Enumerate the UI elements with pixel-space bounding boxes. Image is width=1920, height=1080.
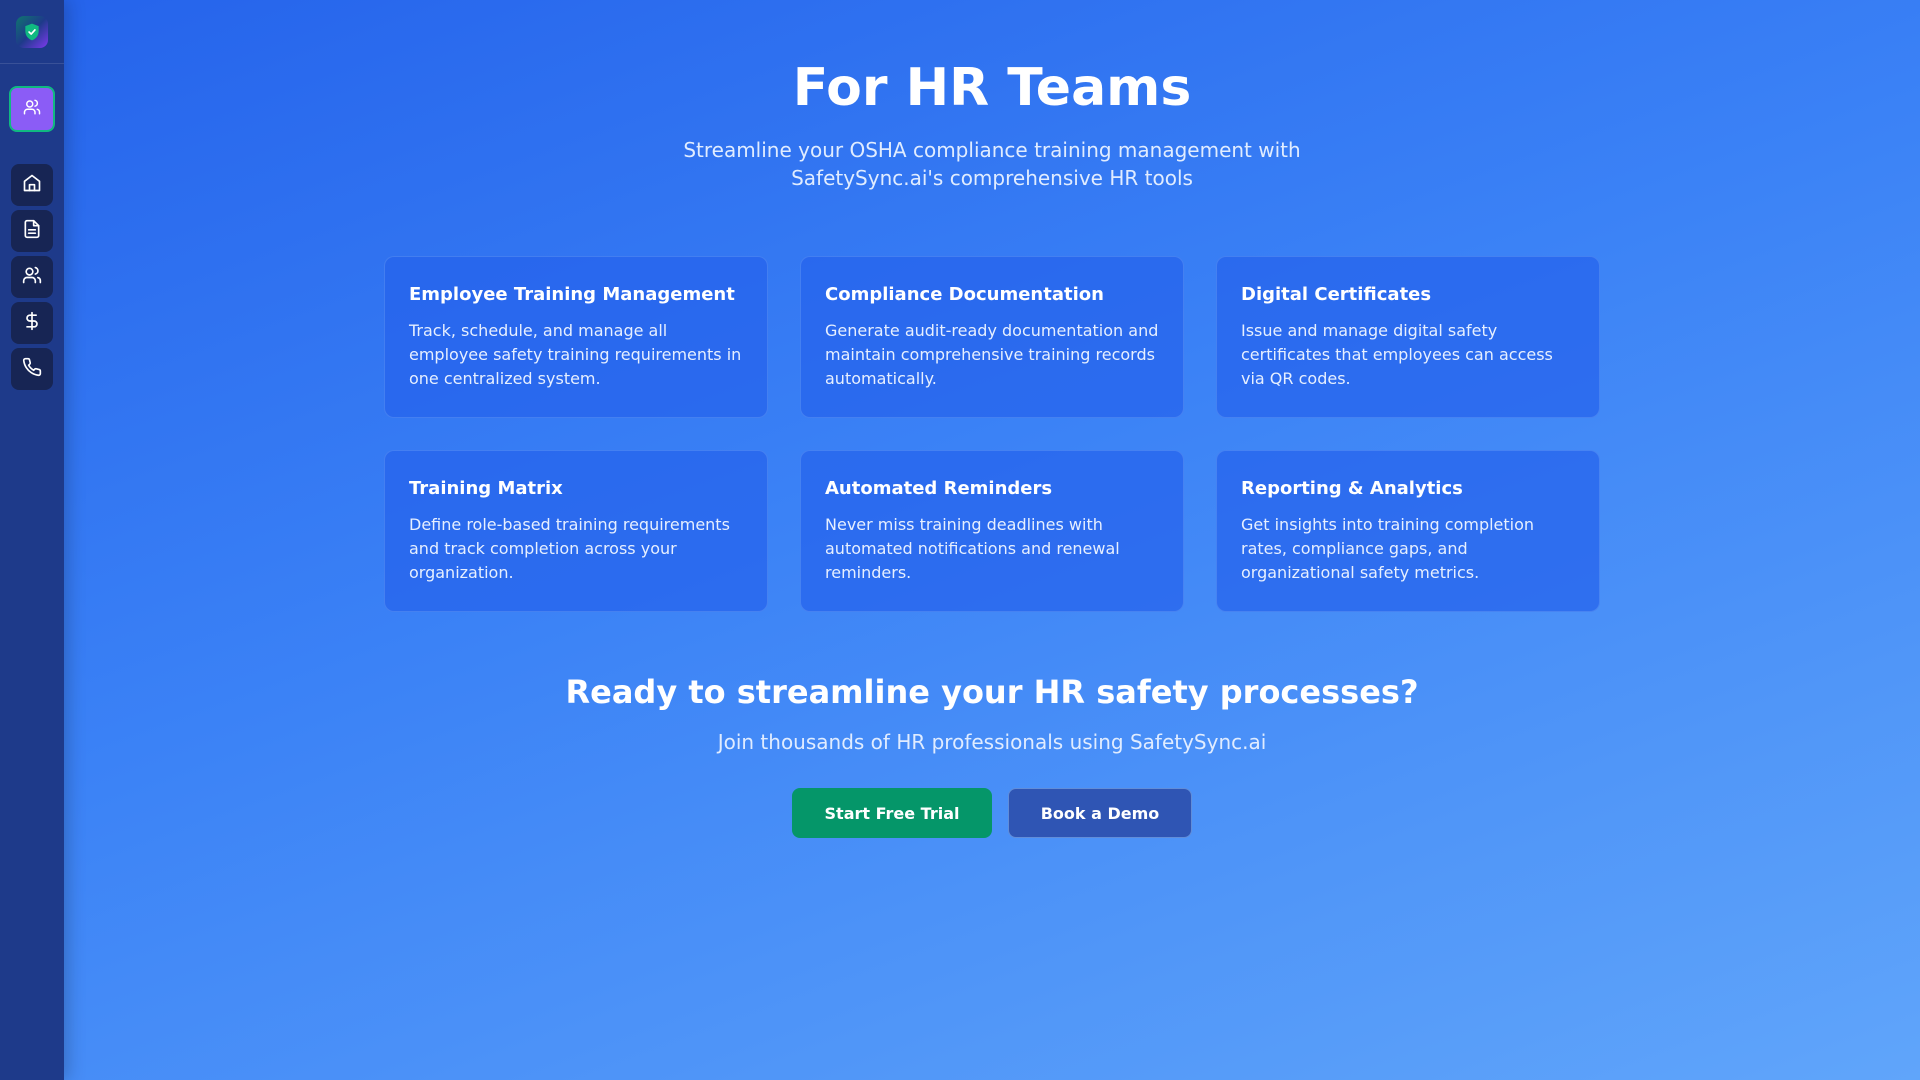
feature-description: Issue and manage digital safety certific… <box>1241 321 1553 388</box>
feature-card: Training Matrix Define role-based traini… <box>384 450 768 612</box>
dollar-icon <box>22 311 42 335</box>
cta-buttons: Start Free Trial Book a Demo <box>64 788 1920 838</box>
shield-check-icon[interactable] <box>16 15 48 48</box>
nav-item-home[interactable] <box>11 164 53 206</box>
nav-item-pricing[interactable] <box>11 302 53 344</box>
home-icon <box>22 173 42 197</box>
users-icon <box>23 98 41 120</box>
feature-description: Generate audit-ready documentation and m… <box>825 321 1159 388</box>
logo-container <box>0 0 64 64</box>
feature-card: Employee Training Management Track, sche… <box>384 256 768 418</box>
feature-description: Track, schedule, and manage all employee… <box>409 321 742 388</box>
cta-subtitle: Join thousands of HR professionals using… <box>717 730 1267 754</box>
hr-teams-button[interactable] <box>9 86 55 132</box>
feature-card: Compliance Documentation Generate audit-… <box>800 256 1184 418</box>
book-demo-button[interactable]: Book a Demo <box>1008 788 1192 838</box>
users-icon <box>22 265 42 289</box>
feature-card: Digital Certificates Issue and manage di… <box>1216 256 1600 418</box>
feature-title: Employee Training Management <box>409 284 735 305</box>
feature-title: Digital Certificates <box>1241 284 1432 305</box>
feature-title: Compliance Documentation <box>825 284 1104 305</box>
main-content: For HR Teams Streamline your OSHA compli… <box>64 0 1920 1080</box>
page-title: For HR Teams <box>792 58 1192 118</box>
feature-title: Automated Reminders <box>825 478 1053 499</box>
phone-icon <box>22 357 42 381</box>
feature-title: Training Matrix <box>409 478 563 499</box>
feature-card: Reporting & Analytics Get insights into … <box>1216 450 1600 612</box>
feature-description: Never miss training deadlines with autom… <box>825 515 1120 582</box>
feature-grid: Employee Training Management Track, sche… <box>384 256 1600 612</box>
page-subtitle: Streamline your OSHA compliance training… <box>683 138 1301 190</box>
feature-title: Reporting & Analytics <box>1241 478 1463 499</box>
cta-title: Ready to streamline your HR safety proce… <box>565 673 1419 711</box>
sidebar-nav <box>11 164 53 390</box>
start-free-trial-button[interactable]: Start Free Trial <box>792 788 992 838</box>
feature-description: Define role-based training requirements … <box>409 515 730 582</box>
feature-card: Automated Reminders Never miss training … <box>800 450 1184 612</box>
sidebar <box>0 0 64 1080</box>
nav-item-documents[interactable] <box>11 210 53 252</box>
nav-item-contact[interactable] <box>11 348 53 390</box>
feature-description: Get insights into training completion ra… <box>1241 515 1535 582</box>
nav-item-users[interactable] <box>11 256 53 298</box>
document-icon <box>22 219 42 243</box>
